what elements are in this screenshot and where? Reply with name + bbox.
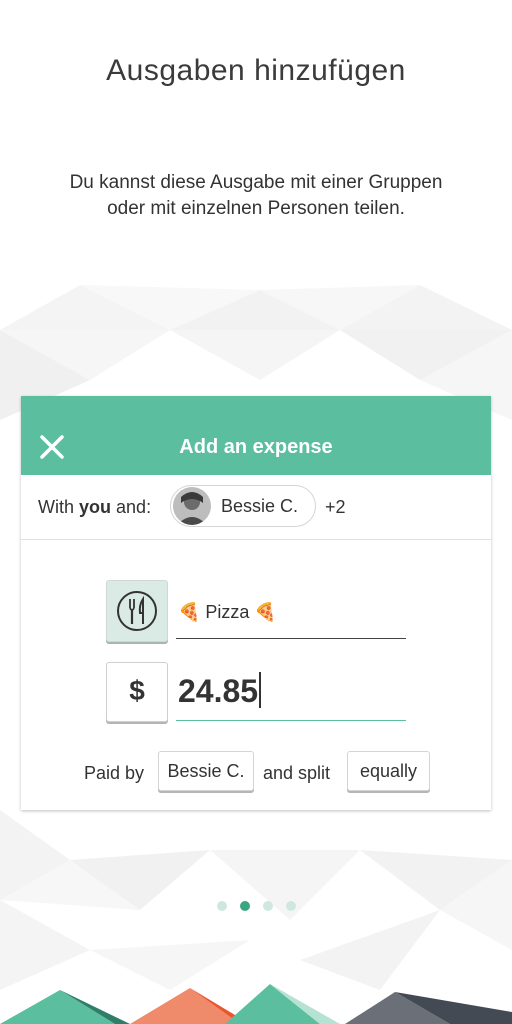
amount-field: 24.85 — [178, 672, 262, 710]
paid-by-row: Paid by Bessie C. and split equally — [21, 748, 491, 794]
page-dot-3[interactable] — [263, 901, 273, 911]
split-label: and split — [263, 763, 331, 783]
page-indicator — [214, 901, 298, 913]
card-title: Add an expense — [179, 436, 333, 458]
split-method-button[interactable]: equally — [347, 751, 430, 791]
description-input[interactable]: 🍕 Pizza 🍕 — [176, 598, 406, 639]
amount-input[interactable]: 24.85 — [176, 668, 406, 721]
description-value: 🍕 Pizza 🍕 — [178, 602, 277, 622]
page-dot-2[interactable] — [240, 901, 250, 911]
amount-value: 24.85 — [178, 673, 259, 709]
add-expense-card: Add an expense With you and: Bessie C. +… — [21, 396, 491, 810]
page-dot-1[interactable] — [217, 901, 227, 911]
with-label: With you and: — [38, 497, 152, 517]
subtitle-line-1: Du kannst diese Ausgabe mit einer Gruppe… — [69, 172, 443, 193]
fork-knife-icon — [117, 591, 157, 631]
card-header: Add an expense — [21, 396, 491, 475]
category-button[interactable] — [106, 580, 168, 642]
participant-chip[interactable]: Bessie C. — [170, 485, 316, 527]
more-participants-count[interactable]: +2 — [325, 497, 346, 518]
participants-row: With you and: Bessie C. +2 — [21, 475, 491, 540]
avatar — [173, 487, 211, 525]
payer-button[interactable]: Bessie C. — [158, 751, 254, 791]
page-dot-4[interactable] — [286, 901, 296, 911]
page-title: Ausgaben hinzufügen — [106, 54, 406, 87]
paid-by-label: Paid by — [84, 763, 145, 783]
page-subtitle: Du kannst diese Ausgabe mit einer Gruppe… — [16, 170, 496, 222]
participant-name: Bessie C. — [221, 496, 299, 516]
footer-mountains — [0, 984, 512, 1024]
currency-symbol: $ — [129, 675, 145, 706]
subtitle-line-2: oder mit einzelnen Personen teilen. — [107, 198, 405, 219]
text-caret — [259, 672, 262, 708]
currency-button[interactable]: $ — [106, 662, 168, 722]
